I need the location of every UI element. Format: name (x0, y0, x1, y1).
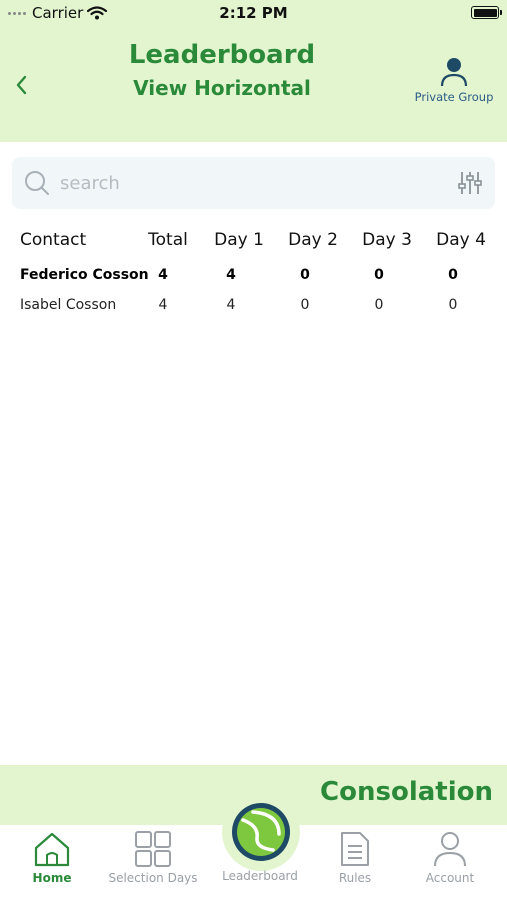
day-2-score: 0 (300, 267, 310, 283)
battery-icon (471, 6, 502, 19)
person-icon (434, 832, 466, 867)
tab-account-label: Account (425, 871, 475, 885)
column-header-day-4[interactable]: Day 4 (436, 230, 486, 250)
day-3-score: 0 (374, 297, 384, 313)
tab-leaderboard[interactable] (222, 793, 300, 871)
tennis-ball-icon (232, 803, 290, 861)
person-icon (440, 58, 468, 87)
column-header-day-1[interactable]: Day 1 (214, 230, 264, 250)
document-icon (341, 832, 369, 866)
search-icon (25, 171, 49, 195)
total-score: 4 (158, 297, 168, 313)
grid-icon (135, 831, 171, 867)
column-header-total[interactable]: Total (148, 230, 188, 250)
tab-selection-days[interactable]: Selection Days (103, 825, 203, 900)
view-horizontal-link[interactable]: View Horizontal (0, 76, 444, 100)
column-header-day-2[interactable]: Day 2 (288, 230, 338, 250)
contact-name: Isabel Cosson (20, 297, 117, 313)
day-4-score: 0 (448, 297, 458, 313)
tab-rules[interactable]: Rules (325, 825, 385, 900)
table-header-row: Contact Total Day 1 Day 2 Day 3 Day 4 (0, 226, 507, 260)
total-score: 4 (158, 267, 168, 283)
tab-account[interactable]: Account (418, 825, 482, 900)
day-1-score: 4 (226, 297, 236, 313)
day-2-score: 0 (300, 297, 310, 313)
status-bar: Carrier 2:12 PM (0, 0, 507, 28)
private-group-button[interactable]: Private Group (411, 56, 497, 104)
tab-home-label: Home (32, 871, 72, 885)
day-4-score: 0 (448, 267, 458, 283)
table-row[interactable]: Isabel Cosson 4 4 0 0 0 (0, 290, 507, 320)
contact-name: Federico Cosson (20, 267, 149, 283)
search-bar (12, 157, 495, 209)
search-input[interactable] (60, 167, 440, 199)
tab-rules-label: Rules (338, 871, 372, 885)
column-header-day-3[interactable]: Day 3 (362, 230, 412, 250)
tab-home[interactable]: Home (22, 825, 82, 900)
consolation-label: Consolation (320, 777, 493, 807)
day-3-score: 0 (374, 267, 384, 283)
tab-selection-days-label: Selection Days (108, 871, 198, 885)
private-group-label: Private Group (414, 90, 494, 104)
home-icon (34, 832, 70, 867)
day-1-score: 4 (226, 267, 236, 283)
column-header-contact[interactable]: Contact (20, 230, 86, 250)
table-row[interactable]: Federico Cosson 4 4 0 0 0 (0, 260, 507, 290)
header: Carrier 2:12 PM Leaderboard View Horizon… (0, 0, 507, 142)
page-title: Leaderboard (128, 40, 316, 70)
tab-leaderboard-label: Leaderboard (222, 869, 298, 883)
sliders-icon[interactable] (457, 170, 483, 196)
leaderboard-table: Contact Total Day 1 Day 2 Day 3 Day 4 Fe… (0, 226, 507, 320)
status-time: 2:12 PM (219, 4, 288, 22)
